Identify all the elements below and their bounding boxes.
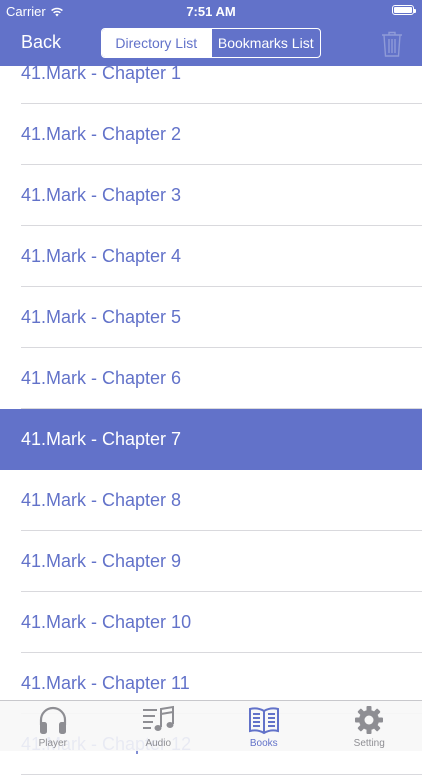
tab-label: Books <box>211 738 317 749</box>
trash-icon[interactable] <box>380 30 404 58</box>
list-item[interactable]: 41.Mark - Chapter 4 <box>0 226 422 287</box>
book-icon <box>248 705 280 735</box>
list-item[interactable]: 41.Mark - Chapter 10 <box>0 592 422 653</box>
list-item-selected[interactable]: 41.Mark - Chapter 7 <box>0 409 422 470</box>
tab-label: Audio <box>106 738 212 749</box>
list-item[interactable]: 41.Mark - Chapter 2 <box>0 104 422 165</box>
list-item[interactable]: 41.Mark - Chapter 9 <box>0 531 422 592</box>
status-bar: Carrier 7:51 AM <box>0 0 422 22</box>
segment-bookmarks-list[interactable]: Bookmarks List <box>211 29 321 57</box>
segment-directory-list[interactable]: Directory List <box>102 29 211 57</box>
list-item[interactable]: 41.Mark - Chapter 3 <box>0 165 422 226</box>
list-segmented-control: Directory List Bookmarks List <box>101 28 321 58</box>
battery-icon <box>392 5 414 15</box>
status-time: 7:51 AM <box>0 4 422 19</box>
tab-player[interactable]: Player <box>0 701 106 751</box>
list-item[interactable]: 41.Mark - Chapter 5 <box>0 287 422 348</box>
headphones-icon <box>37 705 69 735</box>
tab-label: Setting <box>317 738 422 749</box>
tab-setting[interactable]: Setting <box>317 701 422 751</box>
tab-bar: Player Audio Books <box>0 700 422 751</box>
tab-audio[interactable]: Audio <box>106 701 212 751</box>
gear-icon <box>353 705 385 735</box>
chapter-list: 41.Mark - Chapter 1 41.Mark - Chapter 2 … <box>0 43 422 775</box>
back-button[interactable]: Back <box>21 32 61 53</box>
music-list-icon <box>141 705 175 735</box>
header: Carrier 7:51 AM Back Directory List Book… <box>0 0 422 66</box>
navigation-bar: Back Directory List Bookmarks List <box>0 22 422 66</box>
tab-books[interactable]: Books <box>211 701 317 751</box>
tab-label: Player <box>0 738 106 749</box>
list-item[interactable]: 41.Mark - Chapter 6 <box>0 348 422 409</box>
list-item[interactable]: 41.Mark - Chapter 8 <box>0 470 422 531</box>
